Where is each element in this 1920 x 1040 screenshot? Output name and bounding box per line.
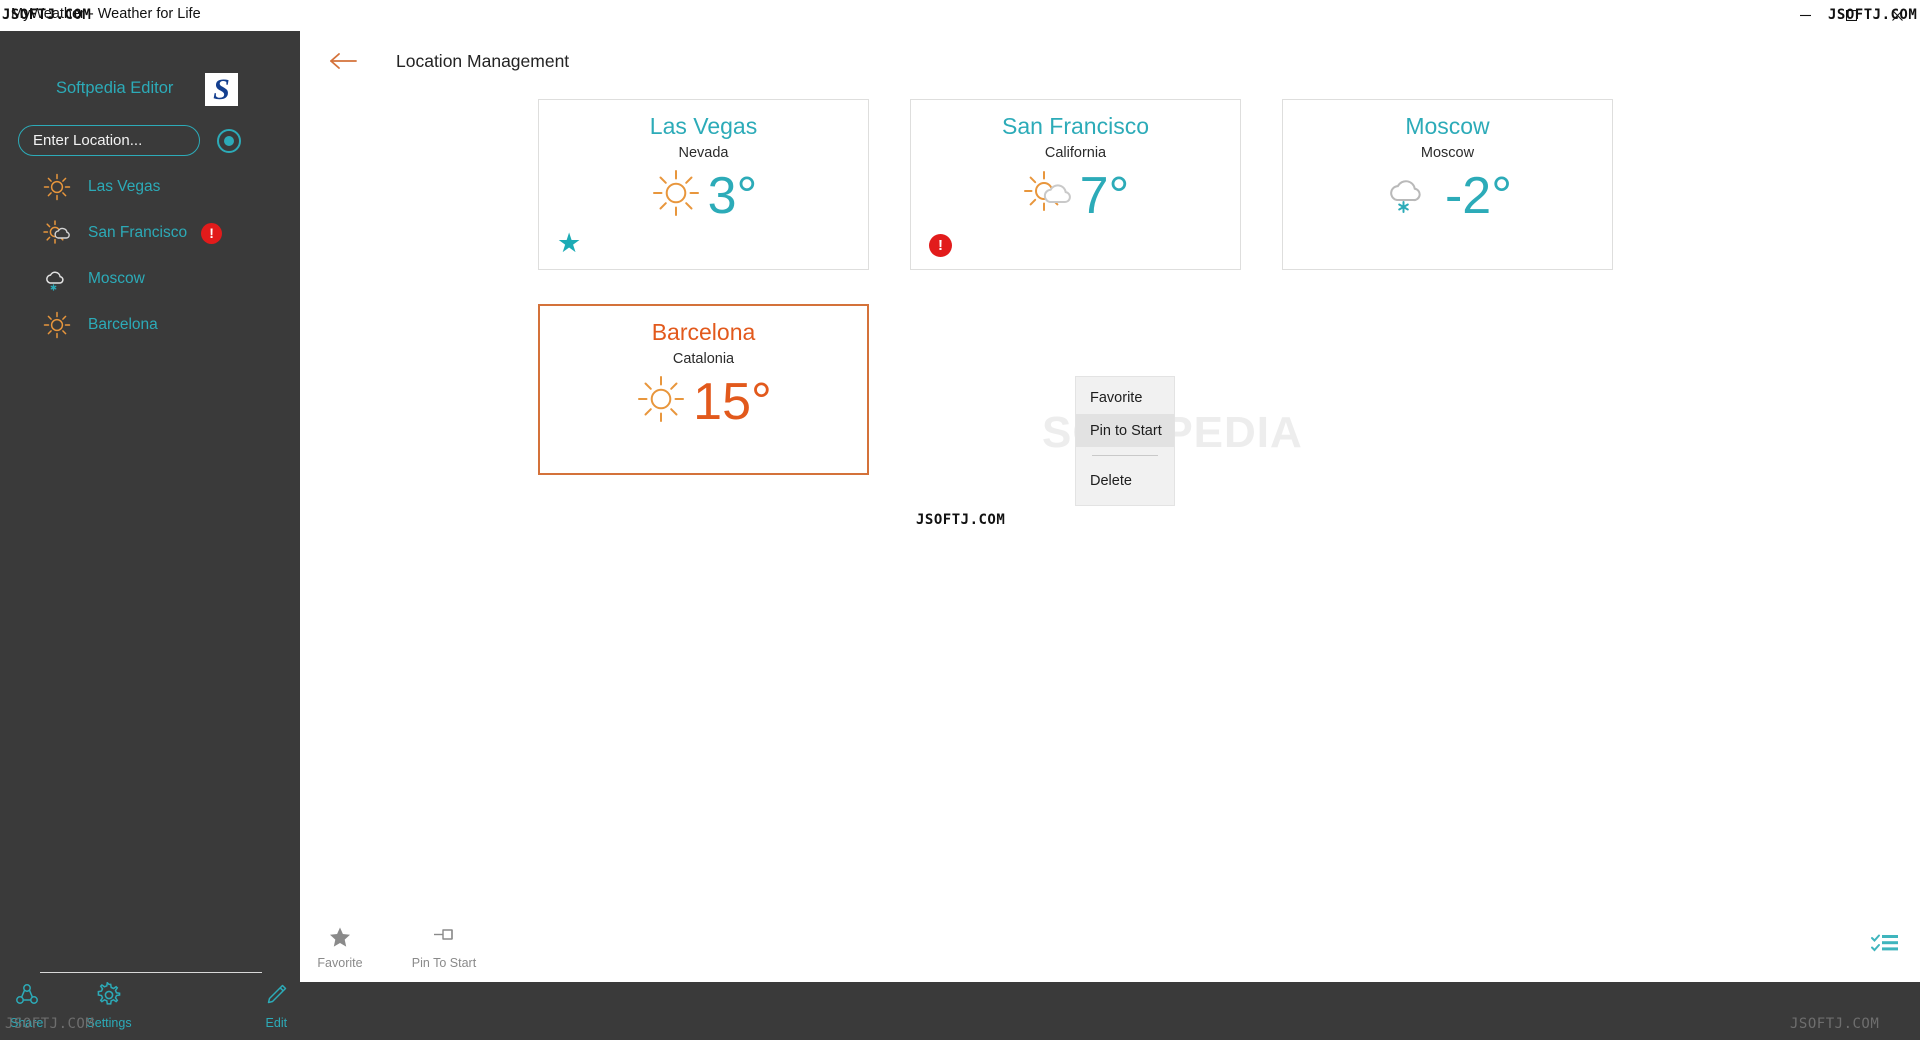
softpedia-logo: S <box>205 73 238 106</box>
app-bar-actions: Favorite Pin To Start <box>300 922 479 970</box>
card-temperature: 3° <box>707 166 758 225</box>
share-icon <box>14 982 40 1013</box>
sidebar-item-label: Moscow <box>88 270 145 287</box>
sun-icon <box>42 172 72 202</box>
pin-icon <box>432 926 456 953</box>
card-weather: 15° <box>540 373 867 430</box>
pencil-icon <box>263 982 289 1013</box>
location-card-barcelona[interactable]: Barcelona Catalonia 15° <box>538 304 869 475</box>
main-content: Location Management Las Vegas Nevada 3° … <box>300 31 1920 1040</box>
app-bar-strip <box>300 982 1920 1007</box>
alert-badge: ! <box>201 222 223 244</box>
favorite-star-icon: ★ <box>557 228 582 258</box>
locate-icon[interactable] <box>217 128 241 153</box>
alert-badge: ! <box>929 234 952 257</box>
card-temperature: 15° <box>693 372 772 431</box>
context-menu: Favorite Pin to Start Delete <box>1075 376 1175 506</box>
sidebar-item-label: San Francisco <box>88 224 188 241</box>
appbar-label: Pin To Start <box>411 956 477 970</box>
maximize-button[interactable] <box>1828 0 1874 31</box>
sidebar-item-barcelona[interactable]: Barcelona <box>0 302 300 348</box>
sidebar-nav-label: Edit <box>265 1016 288 1030</box>
sidebar-nav-label: Share <box>9 1016 44 1030</box>
context-menu-item-pin-to-start[interactable]: Pin to Start <box>1076 414 1174 447</box>
card-region: Moscow <box>1420 145 1475 161</box>
sidebar-item-san-francisco[interactable]: San Francisco ! <box>0 210 300 256</box>
card-corner: ! <box>929 234 952 257</box>
sidebar: Softpedia Editor S Enter Location... Las… <box>0 31 300 1040</box>
sun-icon <box>650 167 702 224</box>
appbar-label: Favorite <box>317 956 363 970</box>
sidebar-item-label: Las Vegas <box>88 178 161 195</box>
sidebar-nav-edit[interactable]: Edit <box>253 982 300 1030</box>
page-header: Location Management <box>300 31 569 91</box>
card-weather: 3° <box>539 167 868 224</box>
card-temperature: 7° <box>1079 166 1130 225</box>
cloud-snow-icon <box>42 264 72 294</box>
context-menu-separator <box>1092 455 1158 456</box>
location-card-san-francisco[interactable]: San Francisco California 7° ! <box>910 99 1241 270</box>
close-button[interactable] <box>1874 0 1920 31</box>
card-region: California <box>1044 145 1107 161</box>
location-search-row <box>18 125 241 156</box>
window-controls <box>1782 0 1920 31</box>
title-bar: MyWeather - Weather for Life <box>0 0 1920 31</box>
appbar-favorite-button[interactable]: Favorite <box>305 922 375 970</box>
context-menu-item-delete[interactable]: Delete <box>1076 464 1174 497</box>
softpedia-logo-letter: S <box>213 72 230 106</box>
location-card-las-vegas[interactable]: Las Vegas Nevada 3° ★ <box>538 99 869 270</box>
sun-icon <box>42 310 72 340</box>
sidebar-nav-label: Settings <box>86 1016 132 1030</box>
gear-icon <box>96 981 122 1013</box>
card-city: Moscow <box>1405 113 1490 139</box>
cloud-snow-icon <box>1383 167 1439 224</box>
bottom-bar <box>300 1007 1920 1040</box>
search-input[interactable] <box>18 125 200 156</box>
page-title: Location Management <box>396 50 570 71</box>
sidebar-nav-settings[interactable]: Settings <box>85 981 132 1030</box>
back-arrow-icon[interactable] <box>327 44 361 78</box>
card-weather: -2° <box>1283 167 1612 224</box>
sidebar-divider <box>40 972 262 973</box>
card-corner: ★ <box>557 230 581 257</box>
card-row: Las Vegas Nevada 3° ★ San Francisco Cali… <box>538 99 1668 270</box>
minimize-button[interactable] <box>1782 0 1828 31</box>
sidebar-item-las-vegas[interactable]: Las Vegas <box>0 164 300 210</box>
sidebar-item-label: Barcelona <box>88 316 158 333</box>
sidebar-item-moscow[interactable]: Moscow <box>0 256 300 302</box>
card-temperature: -2° <box>1444 166 1513 225</box>
sun-cloud-icon <box>42 218 72 248</box>
location-list: Las Vegas San Francisco ! Moscow Barcelo… <box>0 164 300 348</box>
card-region: Nevada <box>678 145 729 161</box>
location-card-moscow[interactable]: Moscow Moscow -2° <box>1282 99 1613 270</box>
sun-icon <box>635 373 687 430</box>
context-menu-item-favorite[interactable]: Favorite <box>1076 381 1174 414</box>
sidebar-nav-share[interactable]: Share <box>3 982 50 1030</box>
card-region: Catalonia <box>672 351 735 367</box>
card-city: San Francisco <box>1001 113 1149 139</box>
sun-cloud-icon <box>1022 167 1074 224</box>
star-icon <box>329 926 351 953</box>
card-city: Barcelona <box>651 319 756 345</box>
card-weather: 7° <box>911 167 1240 224</box>
select-all-button[interactable] <box>1870 932 1900 961</box>
card-city: Las Vegas <box>649 113 758 139</box>
editor-label: Softpedia Editor <box>56 79 174 97</box>
app-window: MyWeather - Weather for Life Softpedia E… <box>0 0 1920 1040</box>
app-bar: Favorite Pin To Start <box>300 922 1920 982</box>
window-title: MyWeather - Weather for Life <box>11 6 201 22</box>
sidebar-bottom-nav: Share Settings Edit <box>0 978 300 1040</box>
appbar-pin-to-start-button[interactable]: Pin To Start <box>409 922 479 970</box>
select-all-icon <box>1870 934 1900 960</box>
